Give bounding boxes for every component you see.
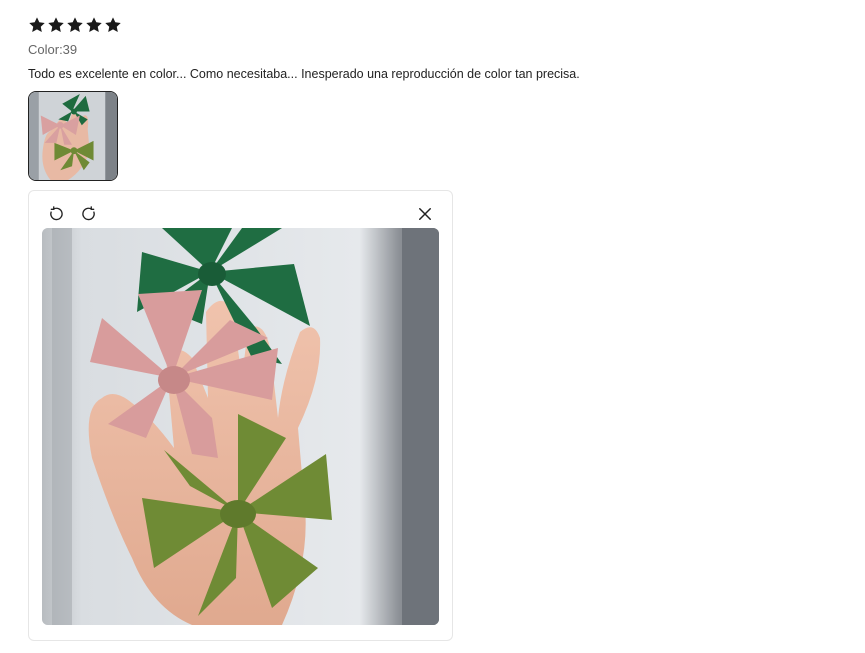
review-photo-large bbox=[42, 228, 439, 625]
review-photo-thumbnail[interactable] bbox=[28, 91, 118, 181]
star-icon bbox=[47, 16, 65, 34]
star-icon bbox=[28, 16, 46, 34]
review-text: Todo es excelente en color... Como neces… bbox=[28, 67, 580, 81]
rotate-left-icon[interactable] bbox=[45, 203, 67, 225]
close-icon[interactable] bbox=[414, 203, 436, 225]
image-viewer bbox=[28, 190, 453, 641]
star-icon bbox=[66, 16, 84, 34]
review-item: Color:39 Todo es excelente en color... C… bbox=[0, 0, 865, 653]
star-icon bbox=[104, 16, 122, 34]
star-icon bbox=[85, 16, 103, 34]
rotate-right-icon[interactable] bbox=[78, 203, 100, 225]
review-sku-info: Color:39 bbox=[28, 42, 78, 57]
star-rating bbox=[28, 16, 122, 36]
